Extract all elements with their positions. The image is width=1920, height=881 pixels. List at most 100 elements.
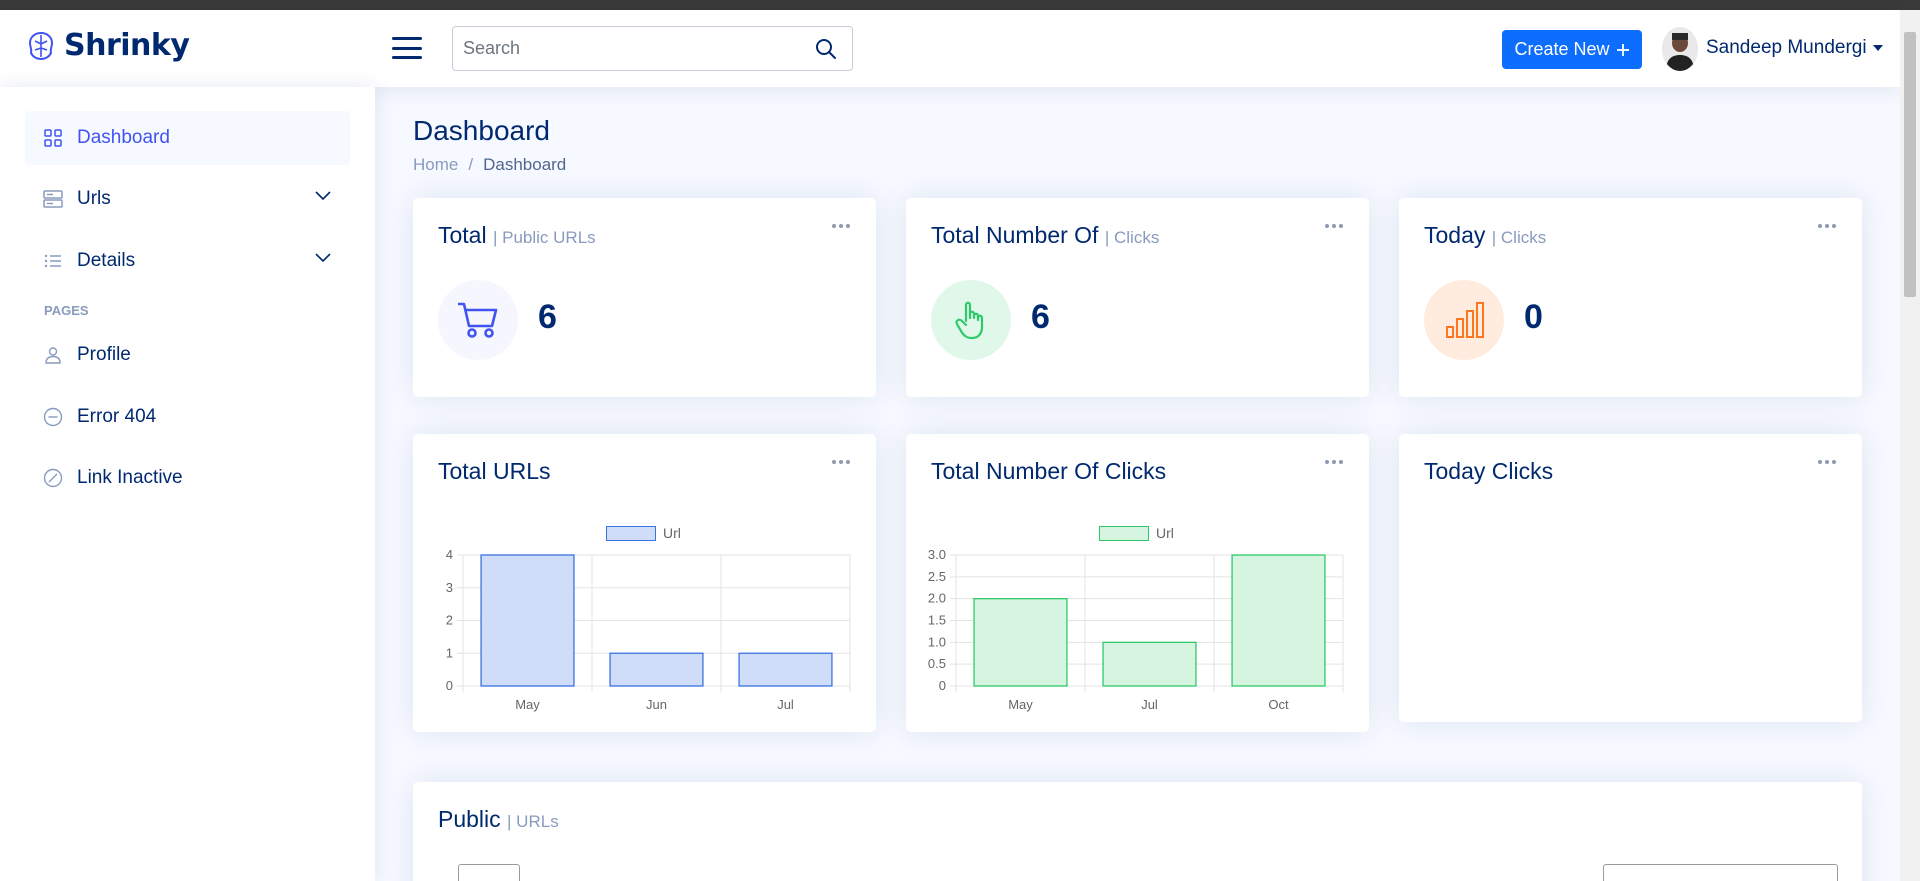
app-name: Shrinky (64, 28, 190, 63)
search-icon[interactable] (814, 37, 838, 61)
y-tick-label: 2 (446, 613, 453, 628)
card-title: Today | Clicks (1424, 222, 1547, 248)
card-title: Total Number Of | Clicks (931, 222, 1160, 248)
y-tick-label: 1.5 (928, 613, 946, 628)
sidebar-item-label: Details (77, 250, 136, 271)
list-icon (43, 251, 63, 271)
x-tick-label: May (1008, 697, 1033, 712)
page-scrollbar[interactable] (1900, 10, 1920, 881)
stat-card-today-clicks: Today | Clicks 0 (1399, 198, 1862, 397)
public-urls-card: Public | URLs (413, 782, 1862, 881)
user-name: Sandeep Mundergi (1706, 37, 1867, 58)
person-icon (43, 345, 63, 365)
stat-value: 6 (538, 298, 557, 336)
logo[interactable]: Shrinky (26, 28, 190, 63)
stat-icon-wrapper (1424, 280, 1504, 360)
x-tick-label: Jul (777, 697, 794, 712)
hamburger-line (392, 46, 422, 50)
y-tick-label: 0 (446, 678, 453, 693)
top-header: Shrinky Create New Sandeep Mundergi (0, 10, 1900, 87)
stat-icon-wrapper (438, 280, 518, 360)
bar-chart-icon (1446, 302, 1484, 338)
bar-may[interactable] (480, 554, 575, 687)
y-tick-label: 2.5 (928, 569, 946, 584)
search-bar (452, 26, 853, 71)
hamburger-line (392, 56, 422, 59)
sidebar-item-error-404[interactable]: Error 404 (25, 390, 350, 444)
cart-icon (458, 302, 498, 338)
bar-oct[interactable] (1231, 554, 1326, 687)
chart-card-total-clicks: Total Number Of Clicks Url 0 0.5 1.0 1.5 2.0 2… (906, 434, 1369, 732)
y-tick-label: 4 (446, 547, 453, 562)
y-tick-label: 0.5 (928, 656, 946, 671)
chart-card-total-urls: Total URLs Url 0 1 2 3 4 May Jun Jul (413, 434, 876, 732)
chevron-down-icon (315, 191, 331, 201)
sidebar-item-label: Urls (77, 188, 111, 209)
create-new-label: Create New (1514, 39, 1610, 59)
card-title: Total | Public URLs (438, 222, 596, 248)
sidebar: Dashboard Urls Details PAGES Profile Err… (0, 87, 375, 881)
sidebar-toggle-button[interactable] (392, 34, 422, 62)
more-options-icon[interactable] (1325, 224, 1343, 228)
x-tick-label: Jul (1141, 697, 1158, 712)
sidebar-item-label: Error 404 (77, 406, 157, 427)
y-tick-label: 2.0 (928, 591, 946, 606)
breadcrumb-separator: / (468, 155, 474, 174)
y-tick-label: 1 (446, 645, 453, 660)
avatar[interactable] (1662, 27, 1698, 71)
sidebar-item-label: Profile (77, 344, 131, 365)
bar-jun[interactable] (609, 652, 704, 687)
browser-top-strip (0, 0, 1920, 10)
slash-circle-icon (43, 468, 63, 488)
more-options-icon[interactable] (1818, 224, 1836, 228)
y-tick-label: 3.0 (928, 547, 946, 562)
breadcrumb-home-link[interactable]: Home (413, 155, 458, 175)
grid-icon (43, 128, 63, 148)
stat-value: 0 (1524, 298, 1543, 336)
pages-heading: PAGES (44, 303, 89, 318)
server-icon (43, 189, 63, 209)
card-title: Today Clicks (1424, 458, 1554, 484)
more-options-icon[interactable] (832, 224, 850, 228)
create-new-button[interactable]: Create New (1502, 30, 1642, 69)
bar-chart: 0 1 2 3 4 May Jun Jul (446, 547, 851, 712)
user-menu-toggle[interactable]: Sandeep Mundergi (1706, 37, 1883, 59)
more-options-icon[interactable] (1818, 460, 1836, 464)
sidebar-item-urls[interactable]: Urls (25, 172, 350, 226)
sidebar-item-details[interactable]: Details (25, 234, 350, 288)
entries-per-page-select[interactable] (458, 864, 520, 881)
sidebar-item-label: Dashboard (77, 127, 170, 148)
sidebar-item-link-inactive[interactable]: Link Inactive (25, 451, 350, 505)
table-search-input[interactable] (1603, 864, 1838, 881)
y-tick-label: 0 (939, 678, 946, 693)
bar-chart: 0 0.5 1.0 1.5 2.0 2.5 3.0 May Jul Oct (928, 547, 1344, 712)
stat-value: 6 (1031, 298, 1050, 336)
brain-logo-icon (28, 31, 54, 60)
x-tick-label: Oct (1268, 697, 1289, 712)
dash-circle-icon (43, 407, 63, 427)
breadcrumb: Home / Dashboard (413, 155, 566, 175)
sidebar-item-dashboard[interactable]: Dashboard (25, 111, 350, 165)
y-tick-label: 1.0 (928, 634, 946, 649)
card-title: Public | URLs (438, 806, 559, 832)
chevron-down-icon (315, 253, 331, 263)
search-input[interactable] (453, 27, 793, 70)
chart-card-today-clicks: Today Clicks (1399, 434, 1862, 722)
plus-icon (1616, 43, 1629, 56)
scrollbar-thumb[interactable] (1904, 32, 1916, 297)
stat-card-total-clicks: Total Number Of | Clicks 6 (906, 198, 1369, 397)
user-photo (1662, 27, 1698, 71)
bar-may[interactable] (973, 598, 1068, 687)
hand-pointer-icon (955, 301, 984, 340)
bar-jul[interactable] (1102, 641, 1197, 687)
caret-down-icon (1872, 45, 1883, 51)
sidebar-item-profile[interactable]: Profile (25, 328, 350, 382)
y-tick-label: 3 (446, 580, 453, 595)
bar-jul[interactable] (738, 652, 833, 687)
stat-card-public-urls: Total | Public URLs 6 (413, 198, 876, 397)
page-title: Dashboard (413, 115, 550, 146)
x-tick-label: Jun (646, 697, 667, 712)
x-tick-label: May (515, 697, 540, 712)
breadcrumb-current: Dashboard (483, 155, 567, 174)
sidebar-item-label: Link Inactive (77, 467, 183, 488)
